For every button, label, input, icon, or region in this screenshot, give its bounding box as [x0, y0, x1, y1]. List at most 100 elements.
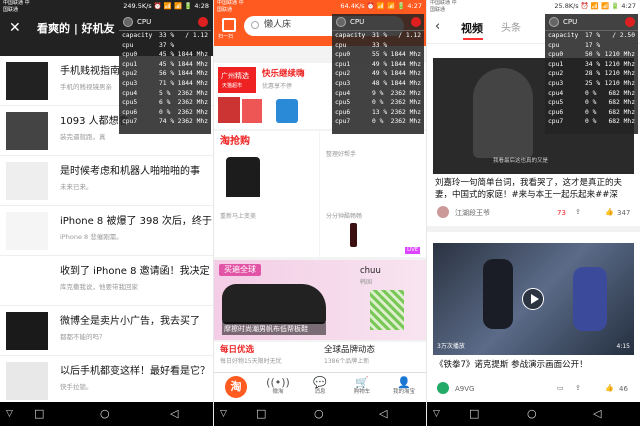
nav-home-icon[interactable]: ○	[527, 408, 537, 420]
close-overlay-icon[interactable]	[198, 17, 208, 27]
taoqianggou-card[interactable]: 淘抢购 重新马上变美	[214, 131, 319, 257]
list-item[interactable]: 以后手机都变这样！最好看是它？ 快手拉锁。	[0, 356, 213, 406]
list-item[interactable]: 是时候考虑和机器人啪啪啪的事 未来已来。	[0, 156, 213, 206]
capacity-row: capacity 17 %/ 2.50	[548, 32, 635, 39]
share-icon[interactable]: ⇪	[575, 384, 581, 392]
nav-hide-icon[interactable]: ▽	[433, 408, 440, 420]
nav-home-icon[interactable]: ○	[100, 408, 110, 420]
article-title: 以后手机都变这样！最好看是它？	[60, 366, 210, 377]
share-icon[interactable]: ⇪	[575, 208, 581, 216]
core-name: cpu0	[122, 51, 138, 59]
avatar[interactable]	[437, 206, 449, 218]
status-right: 249.5K/s ⏰ 📶 📶 🔋 4:28	[123, 2, 209, 10]
cpu-overlay-header[interactable]: CPU	[119, 14, 211, 31]
search-placeholder: 懒人床	[264, 20, 292, 30]
video1-title[interactable]: 刘嘉玲一句简单台词，我看哭了，这才是真正的夫妻，中国式的家庭！#来与本王一起乐起…	[435, 177, 635, 201]
core-name: cpu0	[335, 51, 351, 59]
like-icon[interactable]: 👍	[605, 208, 614, 216]
phone-panel-1: ✕ 看爽的 | 好机友 中国联通 中国联通 249.5K/s ⏰ 📶 📶 🔋 4…	[0, 0, 213, 426]
tab-item[interactable]: 👤 我的淘宝	[384, 376, 424, 396]
core-name: cpu1	[122, 60, 138, 68]
tab-icon: 💬	[313, 376, 327, 389]
android-nav-bar: □ ○ ◁ ▽	[0, 402, 213, 426]
nav-recent-icon[interactable]: □	[34, 408, 44, 420]
core-name: cpu6	[335, 108, 351, 116]
core-name: cpu7	[548, 118, 564, 126]
article-thumbnail	[6, 212, 48, 250]
article-subtitle: 未来已来。	[60, 183, 93, 191]
global-shopping-card[interactable]: 买遍全球 摩擦时尚潮男帆布低帮板鞋 chuu 韩国	[214, 260, 426, 340]
video1-author[interactable]: 江湖段王爷	[455, 209, 490, 217]
core-frequency: 1210 Mhz	[604, 51, 635, 59]
nav-back-icon[interactable]: ◁	[593, 408, 601, 420]
tab-item[interactable]: 💬 消息	[300, 376, 340, 396]
product-box-3	[276, 99, 298, 123]
core-usage: 0 %	[159, 108, 171, 116]
tab-headlines[interactable]: 头条	[501, 23, 521, 35]
cpu-monitor-overlay[interactable]: CPU capacity 31 %/ 1.12 cpu 33 % cpu0 55 % 1844…	[332, 14, 424, 134]
nav-recent-icon[interactable]: □	[256, 408, 266, 420]
cpu-monitor-overlay[interactable]: CPU capacity 17 %/ 2.50 cpu 17 % cpu0 50 % 1210…	[545, 14, 638, 134]
core-row: cpu2 49 % 1844 Mhz	[332, 69, 424, 79]
tab-item[interactable]: 🛒 购物车	[342, 376, 382, 396]
comment-icon[interactable]: ▭	[557, 384, 564, 392]
article-subtitle: 库克撒我说，他要带我回家	[60, 283, 138, 291]
deal-left-label: 重新马上变美	[220, 213, 257, 220]
capacity-value: 31 %	[372, 32, 388, 39]
core-row: cpu1 45 % 1844 Mhz	[119, 60, 211, 70]
article-subtitle: 快手拉锁。	[60, 383, 93, 391]
close-overlay-icon[interactable]	[411, 17, 421, 27]
core-row: cpu1 49 % 1844 Mhz	[332, 60, 424, 70]
video1-comment-count[interactable]: 73	[557, 209, 566, 217]
search-icon	[251, 21, 259, 29]
nav-back-icon[interactable]: ◁	[379, 408, 387, 420]
live-badge: LIVE	[405, 247, 420, 254]
tab-item[interactable]: 淘	[216, 376, 256, 398]
scan-icon[interactable]	[222, 18, 236, 32]
tab-video[interactable]: 视频	[461, 22, 483, 35]
video1-like-count: 347	[617, 209, 631, 217]
video2-plays: 3万次播放	[437, 343, 465, 350]
core-name: cpu4	[122, 89, 138, 97]
play-icon[interactable]	[522, 288, 544, 310]
nav-hide-icon[interactable]: ▽	[6, 408, 13, 420]
nav-back-icon[interactable]: ◁	[170, 408, 178, 420]
core-usage: 49 %	[372, 70, 388, 78]
core-row: cpu4 9 % 2362 Mhz	[332, 89, 424, 99]
video2-title[interactable]: 《铁拳7》诺克提斯 参战演示画面公开！	[435, 359, 635, 371]
cpu-overlay-header[interactable]: CPU	[332, 14, 424, 31]
cpu-total-value: 17 %	[585, 41, 601, 49]
nav-recent-icon[interactable]: □	[469, 408, 479, 420]
core-frequency: 1844 Mhz	[177, 51, 208, 59]
nav-home-icon[interactable]: ○	[314, 408, 324, 420]
back-icon[interactable]: ‹	[435, 20, 440, 34]
status-right: 25.8K/s ⏰ 📶 📶 🔋 4:27	[554, 2, 636, 10]
deal-right-card[interactable]: 整理好帮手 分分钟酷畅畅 LIVE	[320, 131, 426, 257]
close-overlay-icon[interactable]	[625, 17, 635, 27]
article-title: iPhone 8 被爆了 398 次后，终于	[60, 216, 212, 227]
avatar[interactable]	[437, 382, 449, 394]
core-row: cpu2 28 % 1210 Mhz	[545, 69, 638, 79]
core-usage: 50 %	[585, 51, 601, 59]
cpu-overlay-header[interactable]: CPU	[545, 14, 638, 31]
close-icon[interactable]: ✕	[9, 20, 21, 36]
nav-hide-icon[interactable]: ▽	[220, 408, 227, 420]
list-item[interactable]: iPhone 8 被爆了 398 次后，终于 iPhone 8 悲催刚需。	[0, 206, 213, 256]
like-icon[interactable]: 👍	[605, 384, 614, 392]
list-item[interactable]: 微博全是卖片小广告，我去买了 都都不能的吗？	[0, 306, 213, 356]
core-row: cpu1 34 % 1210 Mhz	[545, 60, 638, 70]
cpu-gauge-icon	[336, 17, 346, 27]
video2-author[interactable]: A9VG	[455, 385, 474, 393]
core-row: cpu5 6 % 2362 Mhz	[119, 98, 211, 108]
tab-item[interactable]: ((•)) 微淘	[258, 376, 298, 396]
tab-icon: ((•))	[266, 376, 290, 389]
capacity-row: capacity 31 %/ 1.12	[335, 32, 421, 39]
list-item[interactable]: 收到了 iPhone 8 邀请函！我决定 库克撒我说，他要带我回家	[0, 256, 213, 306]
cpu-total-row: cpu 37 %	[122, 41, 175, 49]
status-right: 64.4K/s ⏰ 📶 📶 🔋 4:27	[340, 2, 422, 10]
core-frequency: 1844 Mhz	[177, 60, 208, 68]
core-name: cpu7	[335, 118, 351, 126]
video-player-2[interactable]: 3万次播放 4:15	[433, 243, 634, 355]
cpu-monitor-overlay[interactable]: CPU capacity 33 %/ 1.12 cpu 37 % cpu0 45 % 1844…	[119, 14, 211, 134]
cpu-total-value: 33 %	[372, 41, 388, 49]
